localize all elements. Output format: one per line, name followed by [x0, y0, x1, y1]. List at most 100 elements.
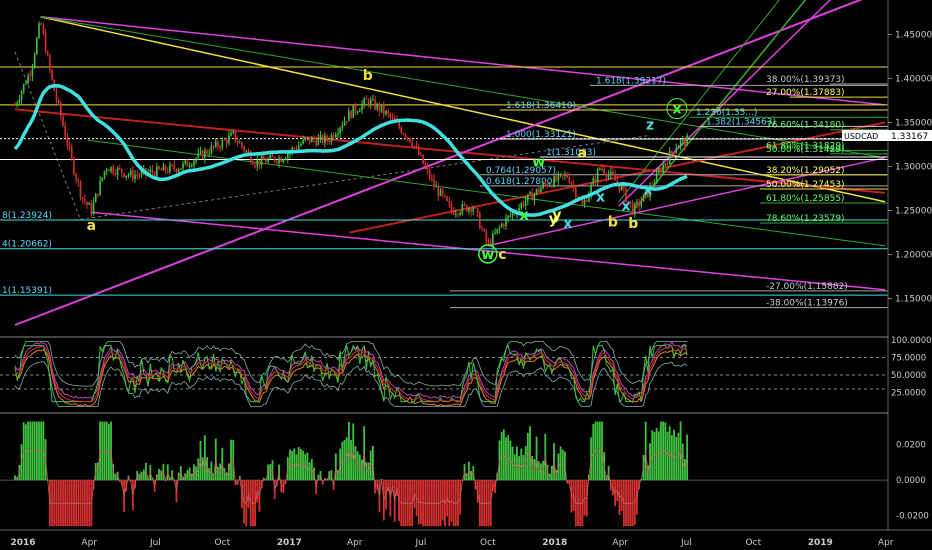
candle-body	[101, 177, 104, 181]
candle-body	[134, 174, 136, 180]
candle-body	[487, 241, 490, 243]
candle-body	[409, 138, 411, 142]
candle-body	[284, 158, 287, 160]
candle-body	[452, 210, 455, 215]
fib-level-label: 78.60%(1.23579)	[766, 214, 845, 224]
candle-body	[439, 189, 442, 196]
candle-body	[387, 110, 389, 114]
candle-body	[561, 173, 564, 176]
candle-body	[572, 184, 575, 188]
candle-body	[431, 178, 433, 180]
candle-body	[324, 135, 326, 143]
candle-body	[599, 168, 601, 170]
candle-body	[426, 166, 429, 170]
candle-body	[568, 177, 571, 183]
candle-body	[25, 83, 27, 85]
oscillator-tick-label: 75.0000	[891, 354, 926, 364]
candle-body	[402, 133, 405, 135]
candle-body	[341, 125, 344, 128]
candle-body	[485, 231, 488, 242]
fib-level-label: 50.00%(1.27453)	[766, 180, 845, 190]
wave-label: a	[87, 218, 96, 234]
candle-body	[199, 150, 202, 153]
candle-body	[352, 105, 355, 118]
candle-body	[66, 136, 69, 146]
candle-body	[51, 69, 53, 80]
fib-level-label: 61.80%(1.25855)	[766, 194, 845, 204]
candle-body	[546, 184, 549, 187]
candle-body	[75, 174, 77, 180]
candle-body	[585, 200, 588, 202]
candle-body	[33, 54, 36, 67]
candle-body	[511, 212, 514, 216]
candle-body	[529, 192, 531, 195]
candle-body	[112, 166, 115, 174]
candle-body	[666, 163, 669, 165]
candle-body	[62, 116, 64, 126]
candle-body	[476, 208, 479, 214]
candle-body	[286, 153, 289, 159]
candle-body	[444, 194, 446, 197]
candle-body	[40, 23, 42, 25]
candle-body	[234, 131, 237, 142]
candle-body	[114, 173, 117, 175]
candle-body	[110, 166, 112, 172]
candle-body	[533, 193, 536, 201]
candle-body	[166, 171, 169, 173]
candle-body	[123, 173, 125, 178]
candle-body	[332, 134, 335, 138]
price-tick-label: 1.35000	[895, 118, 932, 128]
candle-body	[339, 127, 341, 133]
candle-body	[182, 163, 184, 169]
candle-body	[156, 166, 158, 177]
candle-body	[247, 150, 250, 153]
candle-body	[505, 217, 507, 227]
candle-body	[369, 99, 372, 105]
candle-body	[190, 165, 193, 167]
candle	[38, 21, 40, 40]
candle-body	[14, 104, 16, 106]
candle-body	[103, 171, 106, 178]
time-tick-label: Apr	[347, 538, 363, 548]
candle-body	[73, 158, 75, 175]
candle-body	[446, 196, 448, 202]
candle-body	[278, 157, 280, 164]
candle-body	[555, 176, 558, 181]
candle-body	[542, 183, 544, 189]
candle-body	[638, 201, 640, 207]
candle-body	[673, 152, 675, 154]
candle-body	[92, 202, 95, 215]
candle-body	[29, 75, 32, 77]
fib-level-label: 1.618(1.39217)	[596, 76, 666, 86]
candle-body	[206, 150, 208, 154]
candle-body	[129, 170, 132, 175]
candle-body	[243, 146, 245, 151]
candle-body	[564, 174, 566, 176]
candle-body	[262, 155, 265, 160]
wave-label: a	[578, 146, 587, 162]
oscillator-band-upper	[14, 341, 688, 387]
candle-body	[623, 186, 625, 189]
candle-body	[173, 165, 176, 169]
price-tick-label: 1.20000	[895, 251, 932, 261]
candle-body	[607, 174, 610, 178]
candle-body	[537, 189, 540, 193]
candle-body	[313, 137, 315, 141]
candle	[479, 210, 481, 230]
candle-body	[212, 145, 215, 147]
candle-body	[219, 146, 221, 148]
candle-body	[195, 158, 197, 162]
candle-body	[304, 138, 307, 140]
usdcad-chart[interactable]: 1.618(1.39217)1.618(1.36410)1.236(1.35..…	[0, 0, 932, 550]
candle-body	[169, 164, 171, 173]
candle-body	[271, 154, 274, 158]
time-axis: 2016 Apr Jul Oct 2017 Apr Jul Oct 2018 Apr Jul Oct 2…	[0, 529, 932, 548]
candle-body	[57, 99, 60, 103]
candle-body	[97, 193, 99, 196]
candle-body	[94, 193, 97, 203]
fib-level-label: 38.20%(1.29052)	[766, 166, 845, 176]
candle-body	[459, 212, 461, 215]
candle-body	[407, 137, 409, 139]
candle-body	[483, 229, 485, 232]
candle-body	[609, 171, 612, 175]
